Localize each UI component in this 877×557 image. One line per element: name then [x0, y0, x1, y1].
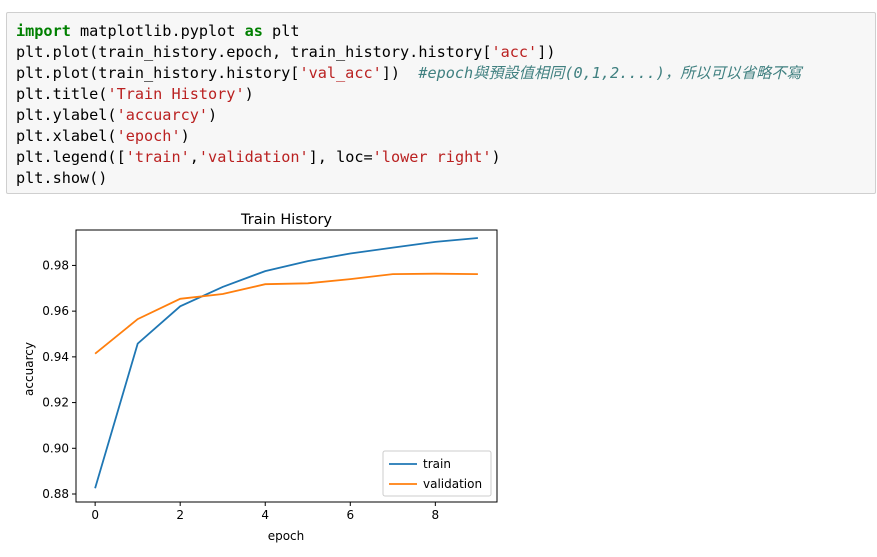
code-cell[interactable]: import matplotlib.pyplot as plt plt.plot(…: [6, 12, 876, 194]
y-tick-label: 0.94: [42, 350, 69, 364]
code-token: plt.xlabel(: [16, 127, 117, 145]
code-token: ]): [537, 43, 556, 61]
y-tick-label: 0.96: [42, 304, 69, 318]
code-token: 'val_acc': [299, 64, 382, 82]
code-token: plt: [262, 22, 300, 40]
line-chart: Train History accuarcy epoch 0 2 4 6 8 0.88 0.…: [22, 212, 498, 543]
code-token: plt.plot(train_history.epoch, train_hist…: [16, 43, 492, 61]
code-token: 'lower right': [372, 148, 492, 166]
code-line: import matplotlib.pyplot as plt: [16, 21, 802, 42]
legend-label: validation: [423, 477, 482, 491]
y-tick-label: 0.88: [42, 487, 69, 501]
x-tick-label: 6: [346, 508, 354, 522]
legend-label: train: [423, 457, 451, 471]
code-token: plt.plot(train_history.history[: [16, 64, 300, 82]
code-token: plt.show(): [16, 169, 108, 187]
code-token: plt.legend([: [16, 148, 126, 166]
code-token: 'train': [125, 148, 190, 166]
chart-title: Train History: [240, 212, 332, 228]
code-line: plt.show(): [16, 168, 802, 189]
code-line: plt.xlabel('epoch'): [16, 126, 802, 147]
code-editor[interactable]: import matplotlib.pyplot as plt plt.plot(…: [16, 21, 802, 189]
y-axis-label: accuarcy: [22, 342, 36, 396]
code-token: as: [244, 22, 263, 40]
axis-ticks: 0 2 4 6 8 0.88 0.90 0.92 0.94 0.96 0.98: [42, 258, 439, 522]
x-tick-label: 8: [432, 508, 440, 522]
code-line: plt.plot(train_history.history['val_acc'…: [16, 63, 802, 84]
code-token: ,: [189, 148, 199, 166]
code-token: 'accuarcy': [116, 106, 209, 124]
code-token: ): [180, 127, 190, 145]
code-token: plt.ylabel(: [16, 106, 117, 124]
x-tick-label: 2: [176, 508, 184, 522]
code-token: 'Train History': [107, 85, 245, 103]
code-token: 'validation': [198, 148, 309, 166]
code-token: import: [16, 22, 71, 40]
y-tick-label: 0.90: [42, 441, 69, 455]
code-token: matplotlib.pyplot: [70, 22, 245, 40]
chart-legend: train validation: [382, 450, 492, 497]
code-token: ], loc=: [308, 148, 373, 166]
x-tick-label: 4: [261, 508, 269, 522]
code-line: plt.title('Train History'): [16, 84, 802, 105]
code-token: #epoch與預設值相同(0,1,2....)，所以可以省略不寫: [418, 64, 802, 82]
code-line: plt.legend(['train','validation'], loc='…: [16, 147, 802, 168]
series-line-validation: [94, 272, 478, 355]
code-token: 'acc': [491, 43, 538, 61]
code-line: plt.ylabel('accuarcy'): [16, 105, 802, 126]
code-line: plt.plot(train_history.epoch, train_hist…: [16, 42, 802, 63]
code-token: 'epoch': [116, 127, 181, 145]
code-token: ]): [381, 64, 419, 82]
code-token: plt.title(: [16, 85, 108, 103]
x-axis-label: epoch: [268, 529, 305, 543]
y-tick-label: 0.92: [42, 396, 69, 410]
code-token: ): [244, 85, 254, 103]
plot-output: Train History accuarcy epoch 0 2 4 6 8 0.88 0.…: [0, 200, 520, 553]
code-token: ): [491, 148, 501, 166]
code-token: ): [208, 106, 218, 124]
y-tick-label: 0.98: [42, 258, 69, 272]
x-tick-label: 0: [91, 508, 99, 522]
